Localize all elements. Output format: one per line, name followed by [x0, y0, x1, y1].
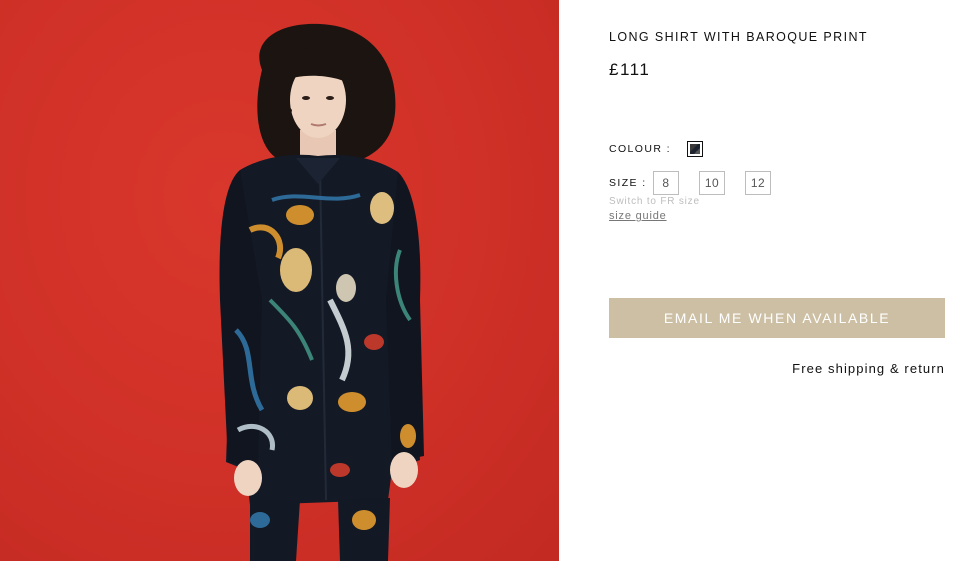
colour-label: COLOUR :	[609, 143, 671, 155]
email-when-available-button[interactable]: EMAIL ME WHEN AVAILABLE	[609, 298, 945, 338]
product-title: LONG SHIRT WITH BAROQUE PRINT	[609, 30, 868, 44]
size-selector: SIZE : 8 10 12	[609, 170, 771, 196]
colour-selector: COLOUR :	[609, 139, 703, 159]
colour-swatch-fill	[689, 144, 700, 154]
size-label: SIZE :	[609, 177, 647, 189]
size-option-8[interactable]: 8	[653, 171, 679, 195]
shipping-info: Free shipping & return	[792, 361, 945, 376]
product-image[interactable]	[0, 0, 559, 561]
product-info-panel: LONG SHIRT WITH BAROQUE PRINT £111 COLOU…	[609, 0, 945, 561]
product-price: £111	[609, 60, 651, 79]
switch-fr-size-link[interactable]: Switch to FR size	[609, 196, 700, 207]
size-option-12[interactable]: 12	[745, 171, 771, 195]
size-option-10[interactable]: 10	[699, 171, 725, 195]
size-guide-link[interactable]: size guide	[609, 210, 667, 222]
model-illustration	[219, 23, 424, 561]
colour-swatch[interactable]	[686, 141, 703, 157]
